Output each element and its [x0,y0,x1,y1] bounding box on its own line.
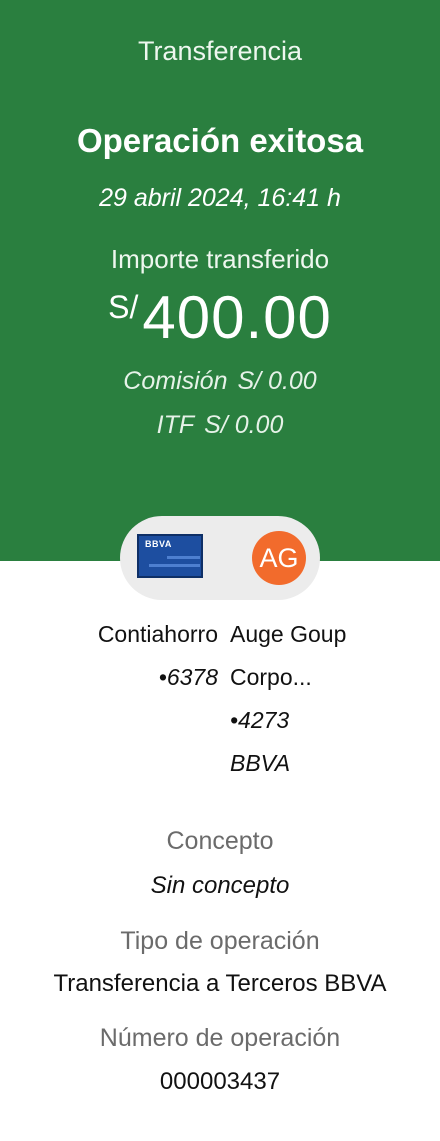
screen-title: Transferencia [137,36,303,66]
recipient-avatar: AG [252,531,306,585]
recipient-name-line1: Auge Goup [230,621,347,647]
origin-account-number: •6378 [158,664,218,690]
recipient-name-line2: Corpo... [230,664,312,690]
transfer-parties-pill: BBVA AG [120,516,320,600]
concept-value: Sin concepto [150,872,290,899]
operation-number-value: 000003437 [159,1068,281,1095]
amount-label: Importe transferido [110,244,330,274]
destination-account: Auge Goup Corpo... •4273 BBVA [230,617,346,789]
operation-status: Operación exitosa [76,122,364,159]
origin-account: Contiahorro •6378 [98,617,218,703]
card-brand-label: BBVA [145,539,172,549]
itf-line: ITF S/ 0.00 [0,411,440,440]
operation-type-value: Transferencia a Terceros BBVA [53,970,387,997]
operation-type-label: Tipo de operación [120,927,320,955]
bbva-card-icon: BBVA [137,534,203,578]
commission-line: Comisión S/ 0.00 [0,367,440,396]
origin-account-name: Contiahorro [97,621,218,647]
currency-symbol: S/ [108,289,139,325]
operation-datetime: 29 abril 2024, 16:41 h [99,184,341,212]
commission-label: Comisión [123,367,228,395]
recipient-account-number: •4273 [230,707,290,733]
recipient-bank: BBVA [230,750,291,776]
concept-label: Concepto [166,827,274,855]
commission-value: S/ 0.00 [237,367,317,395]
card-stripe [167,556,200,559]
amount-value: 400.00 [142,284,332,351]
itf-label: ITF [156,411,195,439]
itf-value: S/ 0.00 [204,411,284,439]
transferred-amount: S/ 400.00 [0,283,440,352]
operation-number-label: Número de operación [99,1024,341,1052]
card-stripe [149,564,200,567]
success-header: Transferencia Operación exitosa 29 abril… [0,0,440,561]
